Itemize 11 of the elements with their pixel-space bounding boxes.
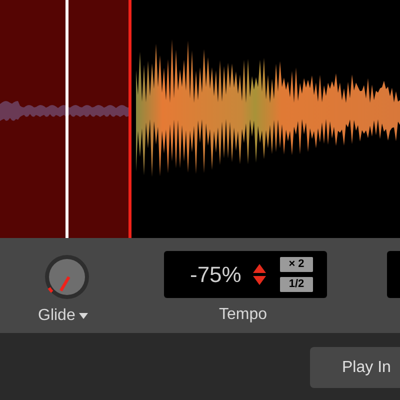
decrement-arrow-icon[interactable] [253,276,266,285]
play-in-button[interactable]: Play In [310,347,400,388]
tempo-multiplier-button[interactable]: × 2 [280,257,313,272]
tempo-value: -75% [190,261,242,289]
glide-dropdown[interactable]: Glide [38,304,88,328]
caret-icon [79,313,88,319]
tempo-multiplier-button[interactable]: 1/2 [280,277,313,292]
glide-knob[interactable] [44,254,90,300]
increment-arrow-icon[interactable] [253,264,266,273]
tempo-label: Tempo [219,305,268,325]
start-marker-line[interactable] [128,0,132,238]
